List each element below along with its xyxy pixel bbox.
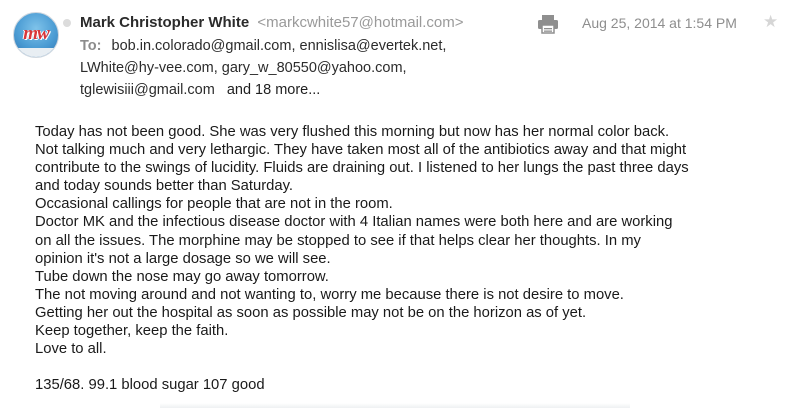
recipient-list-1[interactable]: bob.in.colorado@gmail.com, ennislisa@eve… [112,38,447,54]
recipient-list-2[interactable]: LWhite@hy-vee.com, gary_w_80550@yahoo.co… [80,60,407,76]
body-line: contribute to the swings of lucidity. Fl… [35,160,689,177]
body-line: Keep together, keep the faith. [35,323,229,340]
body-line: opinion it's not a large dosage so we wi… [35,250,331,267]
avatar-initials: mw [23,23,49,44]
print-icon[interactable] [537,14,559,34]
body-line: Today has not been good. She was very fl… [35,124,670,140]
body-line: and today sounds better than Saturday. [35,178,294,195]
body-line: Love to all. [35,341,107,358]
body-line: Getting her out the hospital as soon as … [35,304,587,321]
to-label: To: [80,38,102,54]
avatar-band [14,48,58,57]
body-line: Doctor MK and the infectious disease doc… [35,214,673,231]
body-line: on all the issues. The morphine may be s… [35,232,641,249]
vitals-line: 135/68. 99.1 blood sugar 107 good [35,377,265,394]
sender-email[interactable]: <markcwhite57@hotmail.com> [257,14,463,31]
message-body: Today has not been good. She was very fl… [35,123,785,394]
unread-dot-icon [63,19,71,27]
body-line: Occasional callings for people that are … [35,196,393,213]
sender-line: Mark Christopher White <markcwhite57@hot… [80,14,464,31]
sender-name[interactable]: Mark Christopher White [80,14,249,31]
body-line: The not moving around and not wanting to… [35,286,624,303]
scroll-shadow [160,403,630,408]
recipients-line-3: tglewisiii@gmail.com and 18 more... [80,82,320,98]
recipient-list-3[interactable]: tglewisiii@gmail.com [80,82,215,98]
message-date: Aug 25, 2014 at 1:54 PM [582,15,737,31]
star-icon[interactable]: ★ [763,12,778,32]
recipients-line-1: To: bob.in.colorado@gmail.com, ennislisa… [80,38,446,54]
more-recipients-link[interactable]: and 18 more... [227,82,321,98]
body-line: Tube down the nose may go away tomorrow. [35,268,329,285]
recipients-line-2: LWhite@hy-vee.com, gary_w_80550@yahoo.co… [80,60,407,76]
sender-avatar[interactable]: mw [13,12,59,58]
body-line: Not talking much and very lethargic. The… [35,142,687,159]
